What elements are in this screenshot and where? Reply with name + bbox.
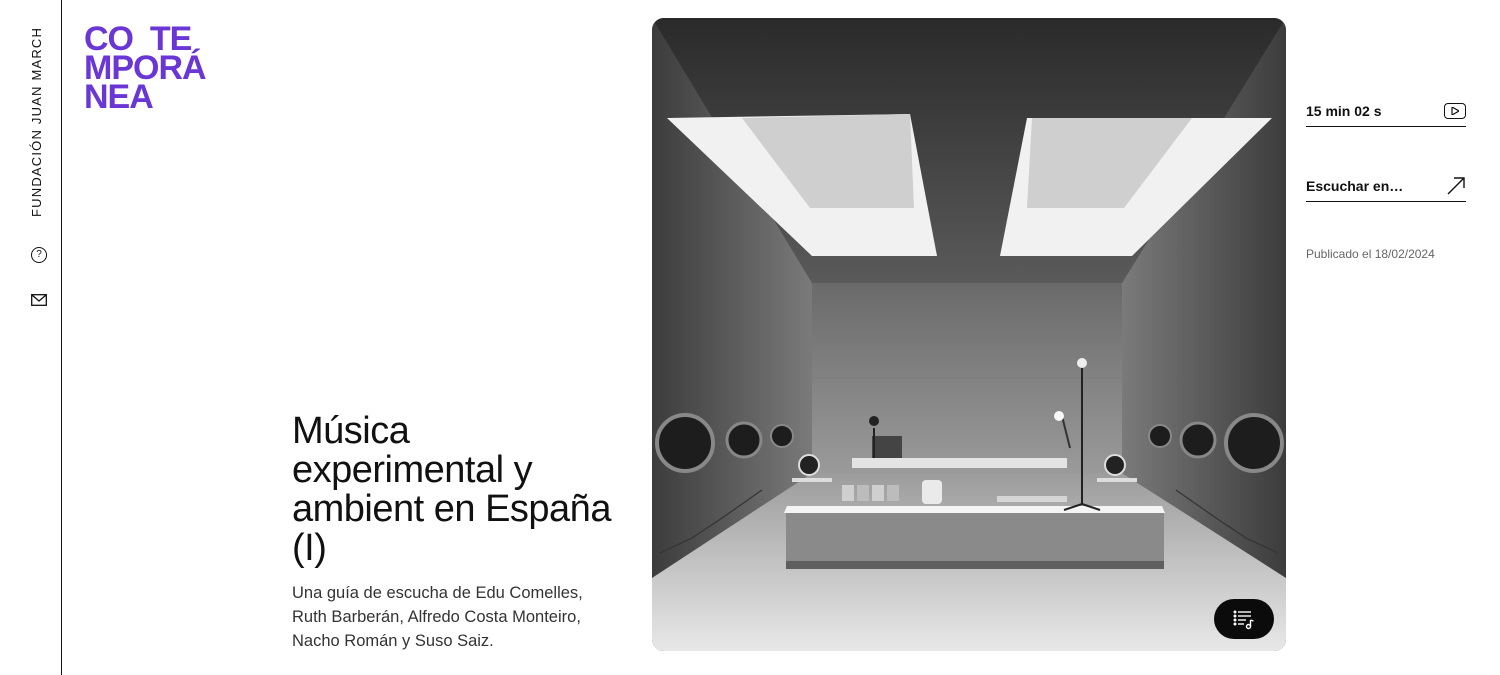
published-date: Publicado el 18/02/2024 (1306, 247, 1435, 261)
article-subtitle: Una guía de escucha de Edu Comelles, Rut… (292, 584, 583, 650)
playlist-button[interactable] (1214, 599, 1274, 639)
playlist-music-icon (1233, 610, 1254, 630)
logo-line: NEA (84, 78, 154, 116)
brand-vertical-text[interactable]: FUNDACIÓN JUAN MARCH (29, 25, 44, 217)
listen-on-label: Escuchar en… (1306, 177, 1404, 194)
play-icon[interactable] (1444, 103, 1466, 119)
cover-image (652, 18, 1286, 651)
arrow-up-right-icon (1447, 176, 1465, 194)
room-illustration (652, 18, 1286, 651)
duration-row[interactable]: 15 min 02 s (1306, 96, 1466, 127)
envelope-icon[interactable] (31, 294, 47, 306)
contemporanea-logo[interactable]: CO TE MPORÁ NEA (84, 22, 244, 116)
question-circle-icon[interactable]: ? (31, 247, 47, 263)
article-title: Música experimental y ambient en España … (292, 410, 611, 569)
duration-text: 15 min 02 s (1306, 103, 1382, 119)
listen-on-link[interactable]: Escuchar en… (1306, 170, 1466, 202)
side-rail: FUNDACIÓN JUAN MARCH ? (0, 0, 62, 675)
